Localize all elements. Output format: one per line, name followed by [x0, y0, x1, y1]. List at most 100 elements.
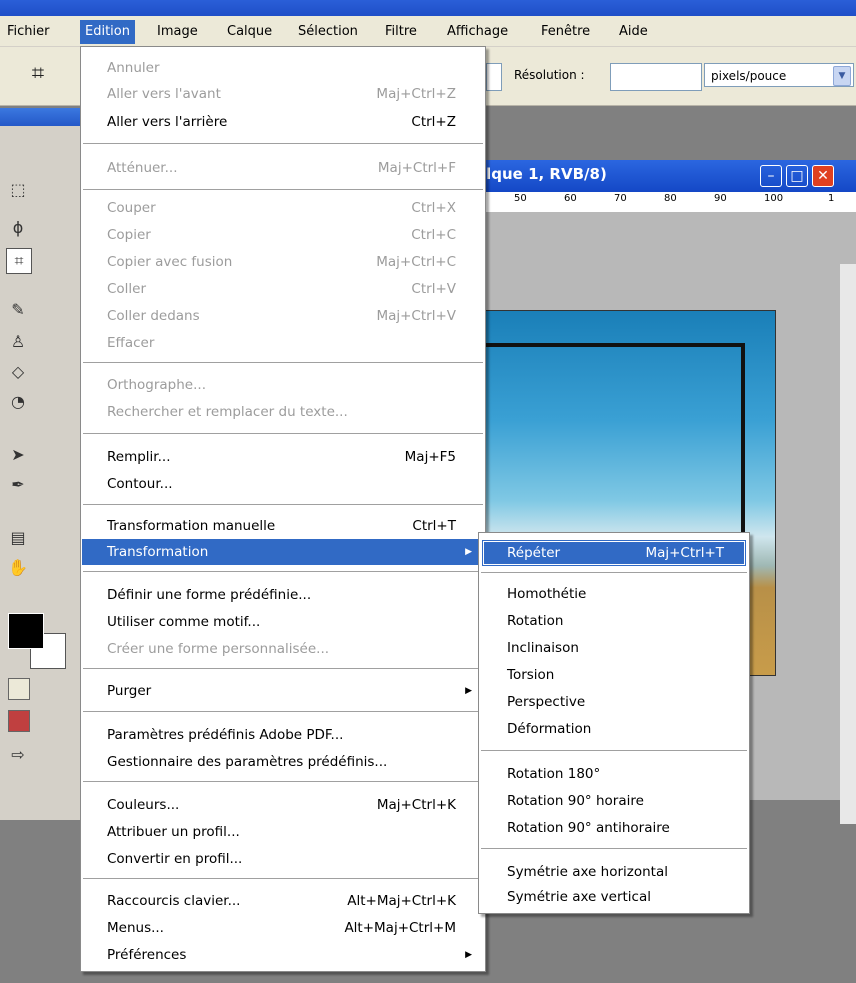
notes-icon[interactable]: ▤	[6, 526, 30, 550]
ruler-label: 90	[714, 193, 727, 204]
menu-item-orthographe: Orthographe...	[107, 377, 206, 393]
menu-item-raccourcis-clavier[interactable]: Raccourcis clavier... Alt+Maj+Ctrl+K	[82, 888, 484, 914]
menu-separator	[481, 848, 747, 849]
crop-tool-icon[interactable]: ⌗	[6, 248, 32, 274]
resolution-input[interactable]	[610, 63, 702, 91]
menu-item-transformation-manuelle[interactable]: Transformation manuelle Ctrl+T	[82, 513, 484, 539]
menu-separator	[83, 143, 483, 144]
toolbox-header	[0, 108, 80, 126]
menu-item-convertir-profil[interactable]: Convertir en profil...	[82, 846, 484, 872]
close-icon[interactable]: ✕	[812, 165, 834, 187]
menu-aide[interactable]: Aide	[614, 22, 653, 42]
maximize-icon[interactable]: □	[786, 165, 808, 187]
menu-item-definir-forme[interactable]: Définir une forme prédéfinie...	[82, 582, 484, 608]
menu-separator	[83, 504, 483, 505]
foreground-color-swatch[interactable]	[8, 613, 44, 649]
submenu-arrow-icon: ▶	[465, 950, 472, 960]
menu-item-coller-dedans: Coller dedans Maj+Ctrl+V	[107, 308, 456, 324]
menu-item-copier-avec-fusion: Copier avec fusion Maj+Ctrl+C	[107, 254, 456, 270]
edit-menu-dropdown: Annuler Aller vers l'avant Maj+Ctrl+Z All…	[80, 46, 486, 972]
menu-edition[interactable]: Edition	[80, 20, 135, 44]
app-title-bar	[0, 0, 856, 16]
menu-item-attribuer-profil[interactable]: Attribuer un profil...	[82, 819, 484, 845]
standard-mode-icon[interactable]	[8, 678, 30, 700]
eraser-icon[interactable]: ◇	[6, 360, 30, 384]
submenu-item-symetrie-horizontal[interactable]: Symétrie axe horizontal	[482, 859, 746, 885]
menu-separator	[83, 433, 483, 434]
resolution-unit-select[interactable]: pixels/pouce ▼	[704, 63, 854, 87]
menu-item-creer-forme: Créer une forme personnalisée...	[107, 641, 330, 657]
lasso-icon[interactable]: ϕ	[6, 216, 30, 240]
submenu-item-rotation[interactable]: Rotation	[482, 608, 746, 634]
ruler-label: 50	[514, 193, 527, 204]
stamp-icon[interactable]: ♙	[6, 330, 30, 354]
menu-item-rechercher-remplacer: Rechercher et remplacer du texte...	[107, 404, 348, 420]
submenu-item-symetrie-vertical[interactable]: Symétrie axe vertical	[482, 884, 746, 910]
menu-item-remplir[interactable]: Remplir... Maj+F5	[82, 444, 484, 470]
menu-separator	[481, 750, 747, 751]
menu-calque[interactable]: Calque	[222, 22, 277, 42]
menu-separator	[83, 711, 483, 712]
menu-item-copier: Copier Ctrl+C	[107, 227, 456, 243]
healing-brush-icon[interactable]: ✎	[6, 298, 30, 322]
menu-image[interactable]: Image	[152, 22, 203, 42]
menu-item-preferences[interactable]: Préférences ▶	[82, 942, 484, 968]
blur-icon[interactable]: ◔	[6, 390, 30, 414]
transformation-submenu: Répéter Maj+Ctrl+T Homothétie Rotation In…	[478, 532, 750, 914]
menu-bar: Fichier Edition Image Calque Sélection F…	[0, 16, 856, 47]
menu-affichage[interactable]: Affichage	[442, 22, 513, 42]
submenu-item-repeter[interactable]: Répéter Maj+Ctrl+T	[482, 540, 746, 566]
submenu-item-perspective[interactable]: Perspective	[482, 689, 746, 715]
menu-separator	[83, 668, 483, 669]
pen-icon[interactable]: ✒	[6, 473, 30, 497]
menu-filtre[interactable]: Filtre	[380, 22, 422, 42]
submenu-item-rotation-90-horaire[interactable]: Rotation 90° horaire	[482, 788, 746, 814]
submenu-arrow-icon: ▶	[465, 686, 472, 696]
menu-separator	[83, 781, 483, 782]
menu-item-aller-vers-larriere[interactable]: Aller vers l'arrière Ctrl+Z	[82, 109, 484, 135]
menu-item-attenuer: Atténuer... Maj+Ctrl+F	[107, 160, 456, 176]
menu-item-contour[interactable]: Contour...	[82, 471, 484, 497]
screen-mode-icon[interactable]	[8, 710, 30, 732]
submenu-item-inclinaison[interactable]: Inclinaison	[482, 635, 746, 661]
document-title-bar: alque 1, RVB/8) – □ ✕	[440, 160, 856, 192]
submenu-item-rotation-180[interactable]: Rotation 180°	[482, 761, 746, 787]
menu-item-aller-vers-lavant: Aller vers l'avant Maj+Ctrl+Z	[107, 86, 456, 102]
menu-selection[interactable]: Sélection	[293, 22, 363, 42]
crop-icon[interactable]: ⌗	[18, 57, 58, 91]
chevron-down-icon[interactable]: ▼	[833, 66, 851, 86]
menu-item-purger[interactable]: Purger ▶	[82, 678, 484, 704]
ruler-label: 60	[564, 193, 577, 204]
submenu-item-rotation-90-antihoraire[interactable]: Rotation 90° antihoraire	[482, 815, 746, 841]
document-title: alque 1, RVB/8)	[476, 165, 607, 183]
menu-item-utiliser-motif[interactable]: Utiliser comme motif...	[82, 609, 484, 635]
path-select-icon[interactable]: ➤	[6, 443, 30, 467]
menu-item-annuler: Annuler	[107, 60, 160, 76]
hand-icon[interactable]: ✋	[6, 556, 30, 580]
menu-separator	[83, 189, 483, 190]
minimize-icon[interactable]: –	[760, 165, 782, 187]
ruler-label: 1	[828, 193, 835, 204]
vertical-scrollbar[interactable]	[840, 264, 856, 824]
menu-item-transformation[interactable]: Transformation ▶	[82, 539, 484, 565]
menu-item-gestionnaire-parametres[interactable]: Gestionnaire des paramètres prédéfinis..…	[82, 749, 484, 775]
menu-item-parametres-pdf[interactable]: Paramètres prédéfinis Adobe PDF...	[82, 722, 484, 748]
menu-item-effacer: Effacer	[107, 335, 155, 351]
submenu-item-deformation[interactable]: Déformation	[482, 716, 746, 742]
size-field[interactable]	[486, 63, 502, 91]
menu-item-couper: Couper Ctrl+X	[107, 200, 456, 216]
marquee-icon[interactable]: ⬚	[6, 178, 30, 202]
horizontal-ruler: 50 60 70 80 90 100 1	[440, 192, 856, 213]
submenu-item-homothetie[interactable]: Homothétie	[482, 581, 746, 607]
menu-item-couleurs[interactable]: Couleurs... Maj+Ctrl+K	[82, 792, 484, 818]
menu-fichier[interactable]: Fichier	[2, 22, 55, 42]
resolution-label: Résolution :	[514, 68, 585, 82]
ruler-label: 70	[614, 193, 627, 204]
menu-fenetre[interactable]: Fenêtre	[536, 22, 595, 42]
submenu-item-torsion[interactable]: Torsion	[482, 662, 746, 688]
menu-separator	[481, 572, 747, 573]
menu-item-menus[interactable]: Menus... Alt+Maj+Ctrl+M	[82, 915, 484, 941]
menu-separator	[83, 878, 483, 879]
brush-frame-stroke	[441, 343, 745, 541]
imageready-icon[interactable]: ⇨	[6, 743, 30, 767]
